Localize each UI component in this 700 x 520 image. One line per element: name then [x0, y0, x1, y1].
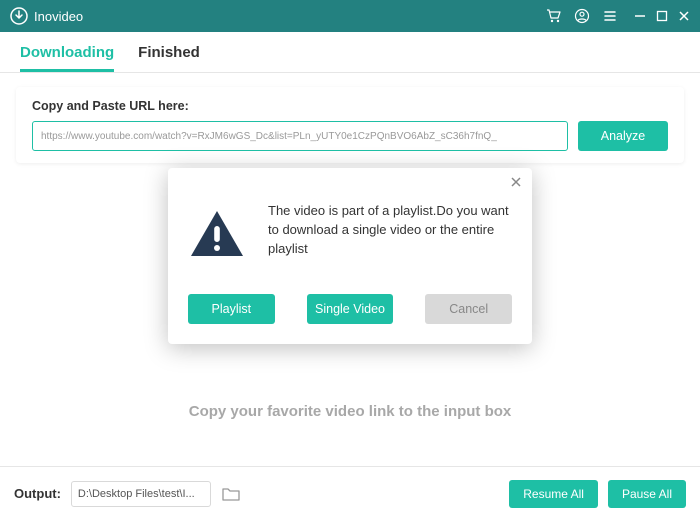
titlebar-left: Inovideo [10, 7, 83, 25]
single-video-button[interactable]: Single Video [307, 294, 394, 324]
url-panel: Copy and Paste URL here: Analyze [16, 87, 684, 163]
output-label: Output: [14, 486, 61, 501]
bottom-bar: Output: D:\Desktop Files\test\I... Resum… [0, 466, 700, 520]
folder-icon[interactable] [221, 485, 241, 503]
titlebar-right [546, 8, 690, 24]
close-icon[interactable] [678, 10, 690, 22]
tab-downloading[interactable]: Downloading [20, 44, 114, 72]
dialog-message: The video is part of a playlist.Do you w… [268, 202, 512, 259]
resume-all-button[interactable]: Resume All [509, 480, 598, 508]
titlebar: Inovideo [0, 0, 700, 32]
analyze-button[interactable]: Analyze [578, 121, 668, 151]
pause-all-button[interactable]: Pause All [608, 480, 686, 508]
app-logo-icon [10, 7, 28, 25]
menu-icon[interactable] [602, 8, 618, 24]
tabs: Downloading Finished [0, 32, 700, 73]
cart-icon[interactable] [546, 8, 562, 24]
tab-finished[interactable]: Finished [138, 44, 200, 72]
warning-icon [188, 208, 246, 260]
maximize-icon[interactable] [656, 10, 668, 22]
url-label: Copy and Paste URL here: [32, 99, 668, 113]
hint-text: Copy your favorite video link to the inp… [0, 403, 700, 420]
app-title: Inovideo [34, 9, 83, 24]
url-input[interactable] [32, 121, 568, 151]
playlist-dialog: The video is part of a playlist.Do you w… [168, 168, 532, 344]
cancel-button[interactable]: Cancel [425, 294, 512, 324]
playlist-button[interactable]: Playlist [188, 294, 275, 324]
minimize-icon[interactable] [634, 10, 646, 22]
user-icon[interactable] [574, 8, 590, 24]
url-row: Analyze [32, 121, 668, 151]
output-path[interactable]: D:\Desktop Files\test\I... [71, 481, 211, 507]
dialog-close-icon[interactable] [508, 174, 524, 190]
